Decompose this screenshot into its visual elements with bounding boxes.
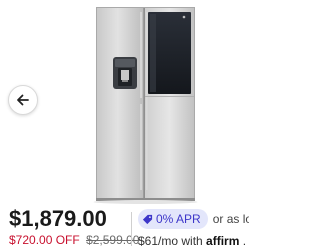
tag-icon	[142, 214, 153, 225]
apr-row: 0% APR or as low	[138, 209, 249, 229]
divider	[131, 212, 132, 246]
savings-amount: $720.00 OFF	[9, 233, 80, 247]
price-block: $1,879.00 $720.00 OFF $2,599.00	[9, 206, 149, 247]
previous-image-button[interactable]	[8, 85, 38, 115]
apr-badge[interactable]: 0% APR	[138, 209, 208, 229]
affirm-logo: affirm	[206, 234, 243, 248]
product-page: $1,879.00 $720.00 OFF $2,599.00 0% APR o…	[0, 0, 249, 249]
apr-suffix: or as low	[212, 212, 249, 226]
monthly-payment-row[interactable]: $61/mo with affirm . S	[138, 234, 249, 248]
monthly-prefix: $61/mo with	[138, 234, 203, 248]
financing-block: 0% APR or as low $61/mo with affirm . S	[138, 209, 249, 248]
savings-row: $720.00 OFF $2,599.00	[9, 233, 149, 247]
apr-badge-label: 0% APR	[156, 212, 201, 226]
affirm-logo-text: affirm	[206, 234, 240, 248]
monthly-suffix: . S	[242, 234, 249, 248]
arrow-left-icon	[16, 93, 30, 107]
current-price: $1,879.00	[9, 206, 107, 231]
